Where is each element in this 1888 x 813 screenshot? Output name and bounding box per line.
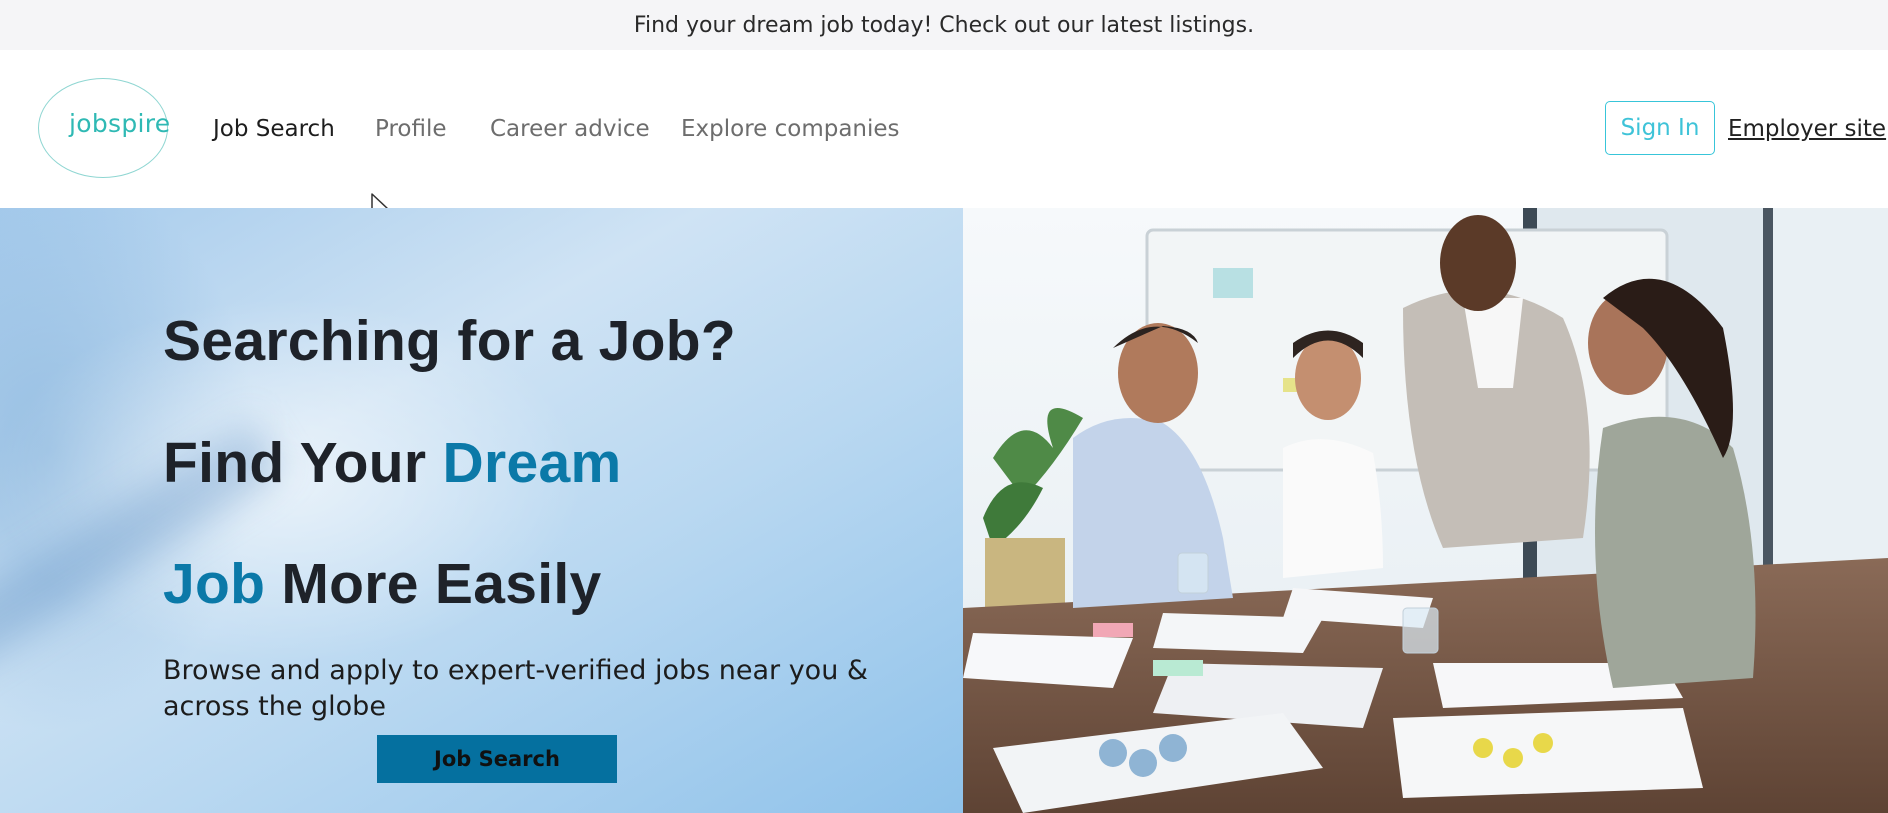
hero-heading-accent: Dream [442, 431, 622, 495]
jobspire-logo[interactable]: jobspire [38, 78, 171, 178]
nav-career-advice[interactable]: Career advice [490, 116, 650, 142]
hero-heading-accent: Job [163, 552, 266, 616]
hero-subtitle: Browse and apply to expert-verified jobs… [163, 655, 868, 722]
announcement-banner: Find your dream job today! Check out our… [0, 0, 1888, 50]
office-meeting-illustration [963, 208, 1888, 813]
hero-heading-text: More Easily [265, 552, 602, 616]
hero-heading-line-2: Find Your Dream [163, 430, 621, 496]
hero-heading-text: Find Your [163, 431, 443, 495]
hero-panel: Searching for a Job? Find Your Dream Job… [0, 208, 963, 813]
nav-explore-companies[interactable]: Explore companies [681, 116, 900, 142]
banner-text: Find your dream job today! Check out our… [633, 12, 1255, 38]
sign-in-button[interactable]: Sign In [1605, 101, 1715, 155]
logo-text: jobspire [69, 109, 171, 138]
employer-site-link[interactable]: Employer site [1728, 116, 1886, 142]
office-meeting-photo [963, 208, 1888, 813]
hero-heading-line-3: Job More Easily [163, 551, 602, 617]
nav-job-search[interactable]: Job Search [213, 116, 335, 142]
site-header: jobspire Job Search Profile Career advic… [0, 50, 1888, 220]
nav-profile[interactable]: Profile [375, 116, 447, 142]
job-search-button[interactable]: Job Search [377, 735, 617, 783]
hero-heading-line-1: Searching for a Job? [163, 309, 736, 373]
